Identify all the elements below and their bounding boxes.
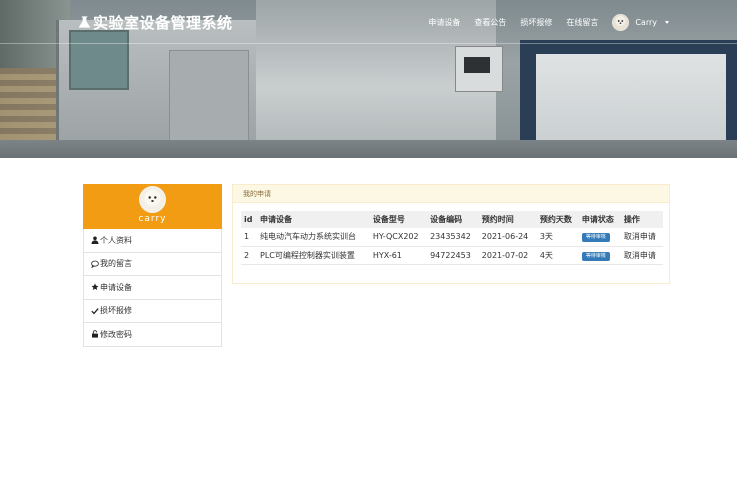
star-icon — [91, 283, 99, 291]
table-row: 2 PLC可编程控制器实训装置 HYX-61 94722453 2021-07-… — [241, 246, 663, 265]
col-date: 预约时间 — [481, 215, 514, 224]
cell-id: 1 — [241, 228, 257, 247]
panel-title: 我的申请 — [233, 185, 669, 203]
table-row: 1 纯电动汽车动力系统实训台 HY-QCX202 23435342 2021-0… — [241, 228, 663, 247]
col-device: 申请设备 — [260, 215, 292, 224]
nav-messages[interactable]: 在线留言 — [566, 17, 598, 28]
lock-icon — [92, 330, 98, 338]
col-action: 操作 — [623, 215, 640, 224]
sidebar-item-password[interactable]: 修改密码 — [83, 323, 222, 347]
profile-avatar — [139, 186, 166, 213]
table-header-row: id 申请设备 设备型号 设备编码 预约时间 预约天数 申请状态 操作 — [241, 211, 663, 228]
cell-status: 等待审核 — [578, 246, 621, 265]
cell-date: 2021-06-24 — [478, 228, 537, 247]
col-code: 设备编码 — [430, 215, 463, 224]
my-applications-panel: 我的申请 id 申请设备 设备型号 设备编码 预约时间 预约天数 申请状态 操作… — [232, 184, 670, 284]
sidebar-item-label: 修改密码 — [100, 329, 132, 339]
status-badge: 等待审核 — [581, 233, 610, 243]
brand-title: 实验室设备管理系统 — [93, 13, 233, 32]
col-model: 设备型号 — [372, 215, 405, 224]
col-status: 申请状态 — [581, 215, 614, 224]
nav-announcements[interactable]: 查看公告 — [474, 17, 506, 28]
cancel-application-button[interactable]: 取消申请 — [620, 246, 663, 265]
sidebar-item-messages[interactable]: 我的留言 — [83, 252, 222, 276]
sidebar-item-profile[interactable]: 个人资料 — [83, 229, 222, 253]
sidebar-profile: carry — [83, 184, 222, 229]
cell-model: HY-QCX202 — [369, 228, 428, 247]
user-menu[interactable]: Carry — [612, 14, 669, 31]
cancel-application-button[interactable]: 取消申请 — [620, 228, 663, 247]
nav-apply-device[interactable]: 申请设备 — [428, 17, 460, 28]
main-nav: 申请设备 查看公告 损坏报修 在线留言 Carry — [428, 14, 669, 31]
brand[interactable]: 实验室设备管理系统 — [78, 11, 233, 33]
cell-status: 等待审核 — [578, 228, 621, 247]
nav-repair[interactable]: 损坏报修 — [520, 17, 552, 28]
cell-code: 94722453 — [427, 246, 479, 265]
sidebar-item-repair[interactable]: 损坏报修 — [83, 299, 222, 323]
hero-wall-box — [455, 46, 503, 92]
sidebar-item-label: 申请设备 — [100, 282, 132, 292]
sidebar-item-label: 损坏报修 — [100, 306, 132, 316]
sidebar-item-label: 个人资料 — [100, 235, 132, 245]
col-days: 预约天数 — [539, 215, 572, 224]
cell-days: 4天 — [536, 246, 579, 265]
cell-device: 纯电动汽车动力系统实训台 — [257, 228, 370, 247]
cell-id: 2 — [241, 246, 257, 265]
flask-icon — [78, 16, 91, 28]
hero-banner: 实验室设备管理系统 申请设备 查看公告 损坏报修 在线留言 Carry — [0, 0, 737, 158]
cell-device: PLC可编程控制器实训装置 — [257, 246, 370, 265]
avatar — [612, 14, 630, 31]
check-icon — [91, 307, 99, 315]
sidebar: carry 个人资料 我的留言 申请设备 损坏报修 修改密码 — [83, 184, 222, 347]
user-icon — [91, 236, 99, 245]
cell-date: 2021-07-02 — [478, 246, 537, 265]
sidebar-item-apply[interactable]: 申请设备 — [83, 276, 222, 300]
status-badge: 等待审核 — [581, 251, 610, 261]
username: Carry — [635, 18, 657, 27]
sidebar-item-label: 我的留言 — [100, 259, 132, 269]
caret-down-icon — [665, 21, 669, 24]
top-navbar: 实验室设备管理系统 申请设备 查看公告 损坏报修 在线留言 Carry — [0, 0, 737, 44]
profile-name: carry — [138, 214, 167, 224]
col-id: id — [244, 215, 253, 224]
cell-model: HYX-61 — [369, 246, 428, 265]
comment-icon — [91, 260, 99, 268]
cell-days: 3天 — [536, 228, 579, 247]
hero-floor — [0, 140, 737, 158]
applications-table: id 申请设备 设备型号 设备编码 预约时间 预约天数 申请状态 操作 1 纯电… — [241, 211, 663, 265]
cell-code: 23435342 — [427, 228, 479, 247]
